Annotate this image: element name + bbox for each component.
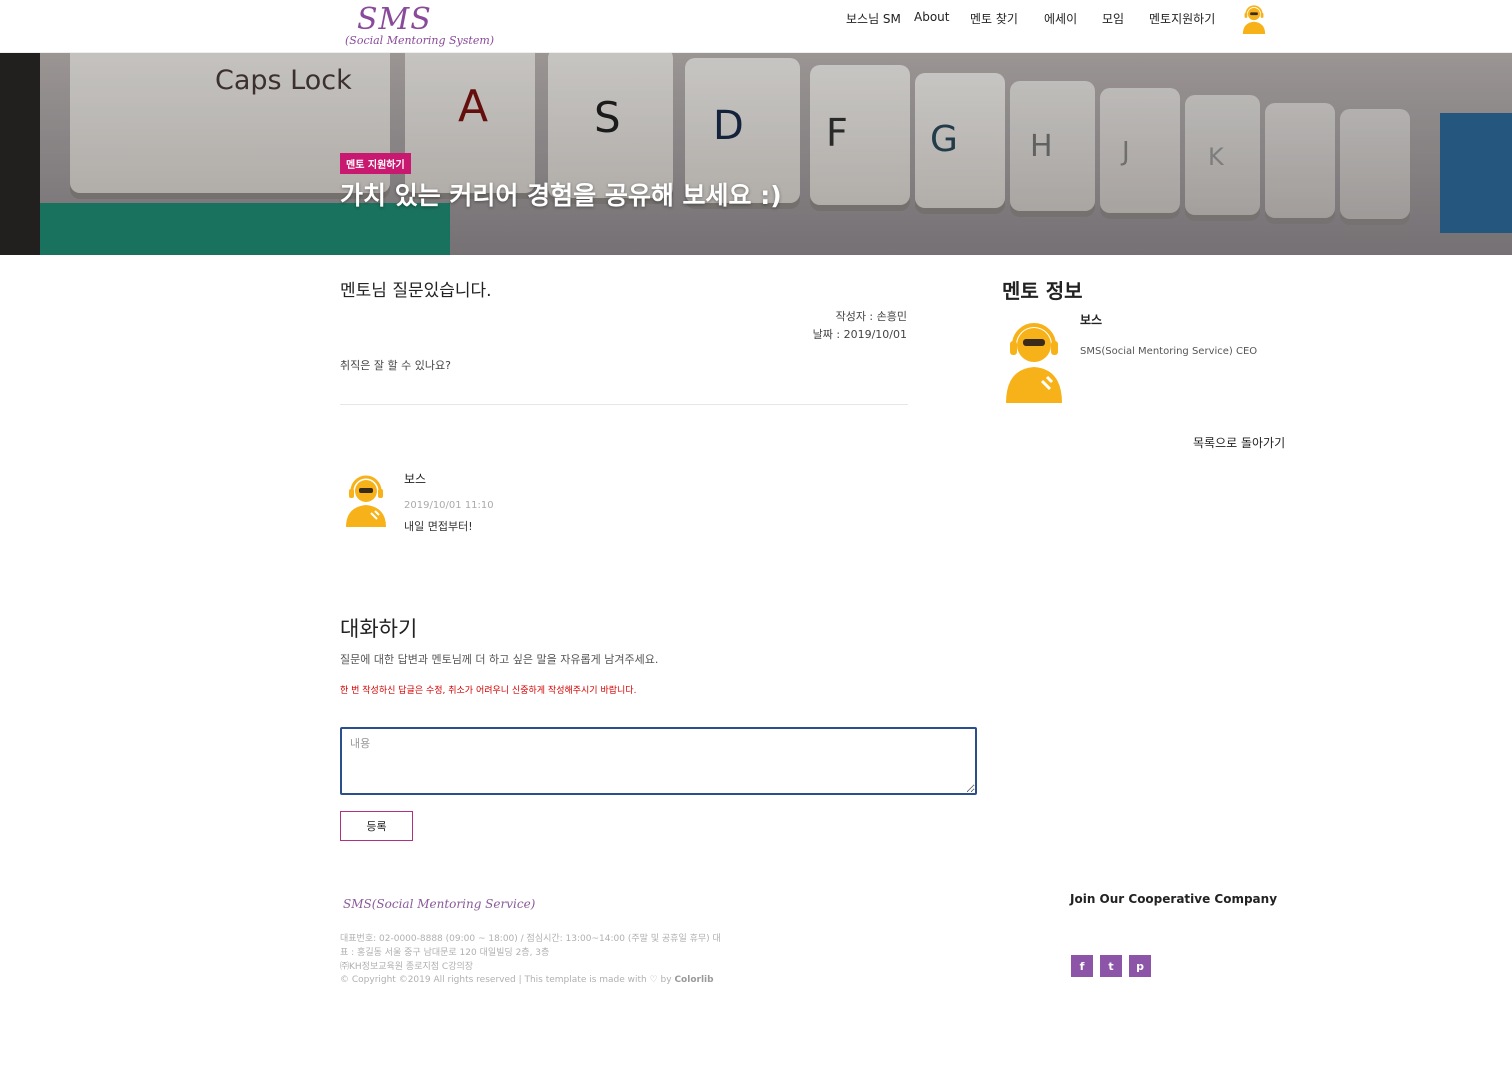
back-to-list-link[interactable]: 목록으로 돌아가기: [1193, 434, 1285, 451]
logo-subtitle: (Social Mentoring System): [345, 34, 495, 47]
footer-logo: SMS(Social Mentoring Service): [343, 897, 536, 911]
nav-meeting[interactable]: 모임: [1102, 10, 1124, 26]
pinterest-icon[interactable]: p: [1129, 955, 1151, 977]
footer-info: 대표번호: 02-0000-8888 (09:00 ~ 18:00) / 점심시…: [340, 932, 725, 974]
site-logo[interactable]: SMS (Social Mentoring System): [345, 2, 525, 50]
comment-date: 2019/10/01 11:10: [404, 500, 494, 511]
site-header: SMS (Social Mentoring System) 보스님 SM Abo…: [0, 0, 1512, 53]
user-avatar-icon[interactable]: [1240, 4, 1268, 34]
twitter-icon[interactable]: t: [1100, 955, 1122, 977]
nav-essay[interactable]: 에세이: [1044, 10, 1077, 26]
mentor-info-title: 멘토 정보: [1002, 279, 1083, 303]
nav-about[interactable]: About: [914, 10, 949, 26]
facebook-icon[interactable]: f: [1071, 955, 1093, 977]
mentor-avatar-icon: [1006, 323, 1062, 403]
footer-info-line1: 대표번호: 02-0000-8888 (09:00 ~ 18:00) / 점심시…: [340, 934, 721, 958]
footer-info-line2: ㈜KH정보교육원 종로지점 C강의장: [340, 962, 474, 972]
reply-content-input[interactable]: [340, 727, 977, 795]
comment-avatar-icon: [346, 475, 386, 527]
join-company-title: Join Our Cooperative Company: [1070, 892, 1278, 906]
post-meta: 작성자 : 손흥민 날짜 : 2019/10/01: [700, 308, 907, 344]
mentor-name: 보스: [1080, 313, 1103, 327]
post-author: 작성자 : 손흥민: [835, 310, 907, 323]
hero-badge: 멘토 지원하기: [340, 153, 411, 174]
post-title: 멘토님 질문있습니다.: [340, 281, 492, 301]
post-divider: [340, 404, 908, 405]
nav-find-mentor[interactable]: 멘토 찾기: [970, 10, 1018, 26]
talk-description: 질문에 대한 답변과 멘토님께 더 하고 싶은 말을 자유롭게 남겨주세요.: [340, 653, 659, 666]
hero-banner: Caps Lock A S D F G H J K 멘토 지원하기 가치 있는 …: [0, 53, 1512, 255]
post-date: 날짜 : 2019/10/01: [812, 328, 907, 341]
nav-user-name[interactable]: 보스님 SM: [846, 10, 901, 26]
comment-text: 내일 면접부터!: [404, 520, 473, 533]
hero-title: 가치 있는 커리어 경험을 공유해 보세요 :): [340, 181, 782, 210]
mentor-role: SMS(Social Mentoring Service) CEO: [1080, 346, 1258, 357]
talk-warning: 한 번 작성하신 답글은 수정, 취소가 어려우니 신중하게 작성해주시기 바랍…: [340, 686, 637, 696]
submit-reply-button[interactable]: 등록: [340, 811, 413, 841]
logo-text: SMS: [357, 2, 432, 37]
post-body: 취직은 잘 할 수 있나요?: [340, 359, 451, 372]
nav-apply-mentor[interactable]: 멘토지원하기: [1149, 10, 1215, 26]
copyright-text: © Copyright ©2019 All rights reserved | …: [340, 975, 675, 985]
talk-title: 대화하기: [340, 617, 418, 641]
colorlib-link[interactable]: Colorlib: [674, 975, 713, 985]
footer-copyright: © Copyright ©2019 All rights reserved | …: [340, 975, 714, 985]
comment-author: 보스: [404, 472, 427, 486]
